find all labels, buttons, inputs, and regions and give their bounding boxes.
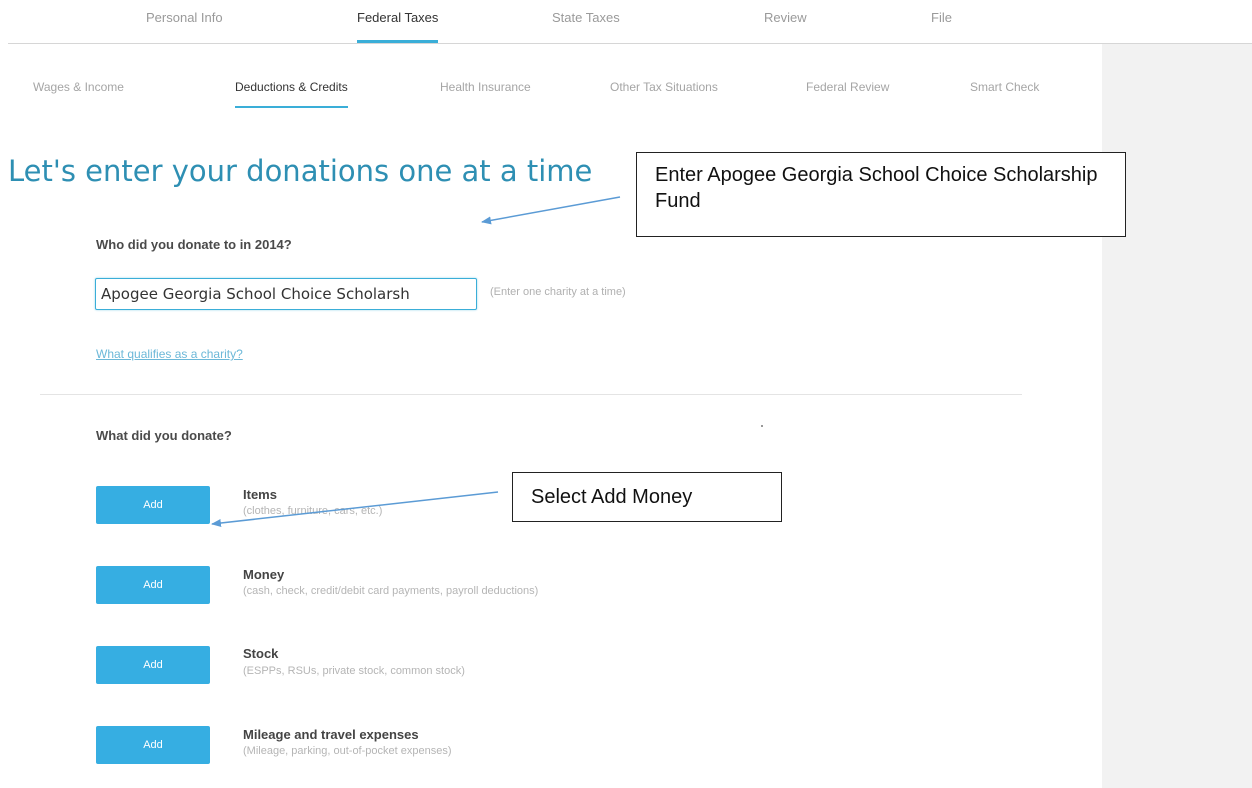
- stray-dot: [761, 425, 763, 427]
- subtab-federal-review[interactable]: Federal Review: [806, 80, 889, 94]
- annotation-callout-select-money: Select Add Money: [512, 472, 782, 522]
- annotation-callout-enter-charity: Enter Apogee Georgia School Choice Schol…: [636, 152, 1126, 237]
- subtab-health-insurance[interactable]: Health Insurance: [440, 80, 531, 94]
- add-money-button[interactable]: Add: [96, 566, 210, 604]
- add-mileage-button[interactable]: Add: [96, 726, 210, 764]
- tab-review[interactable]: Review: [764, 10, 807, 25]
- subtab-wages-income[interactable]: Wages & Income: [33, 80, 124, 94]
- annotation-arrow-1: [481, 196, 621, 225]
- add-stock-button[interactable]: Add: [96, 646, 210, 684]
- tab-federal-taxes[interactable]: Federal Taxes: [357, 10, 439, 43]
- donate-question: What did you donate?: [96, 428, 232, 443]
- option-title-mileage: Mileage and travel expenses: [243, 727, 419, 742]
- option-subtitle-mileage: (Mileage, parking, out-of-pocket expense…: [243, 745, 452, 757]
- subtab-deductions-credits[interactable]: Deductions & Credits: [235, 80, 348, 108]
- donee-question: Who did you donate to in 2014?: [96, 237, 292, 252]
- what-qualifies-link[interactable]: What qualifies as a charity?: [96, 347, 243, 361]
- top-navigation: Personal Info Federal Taxes State Taxes …: [0, 0, 1252, 44]
- option-subtitle-stock: (ESPPs, RSUs, private stock, common stoc…: [243, 665, 465, 677]
- add-items-button[interactable]: Add: [96, 486, 210, 524]
- charity-name-input[interactable]: [95, 278, 477, 310]
- tab-state-taxes[interactable]: State Taxes: [552, 10, 620, 25]
- option-subtitle-money: (cash, check, credit/debit card payments…: [243, 585, 539, 597]
- subtab-other-tax-situations[interactable]: Other Tax Situations: [610, 80, 718, 94]
- tab-file[interactable]: File: [931, 10, 952, 25]
- page-title: Let's enter your donations one at a time: [8, 154, 593, 188]
- option-title-items: Items: [243, 487, 277, 502]
- tab-personal-info[interactable]: Personal Info: [146, 10, 223, 25]
- option-subtitle-items: (clothes, furniture, cars, etc.): [243, 505, 383, 517]
- section-divider: [40, 394, 1022, 395]
- top-nav-divider: [8, 43, 1252, 44]
- charity-hint: (Enter one charity at a time): [490, 286, 626, 298]
- subtab-smart-check[interactable]: Smart Check: [970, 80, 1039, 94]
- option-title-money: Money: [243, 567, 285, 582]
- option-title-stock: Stock: [243, 646, 279, 661]
